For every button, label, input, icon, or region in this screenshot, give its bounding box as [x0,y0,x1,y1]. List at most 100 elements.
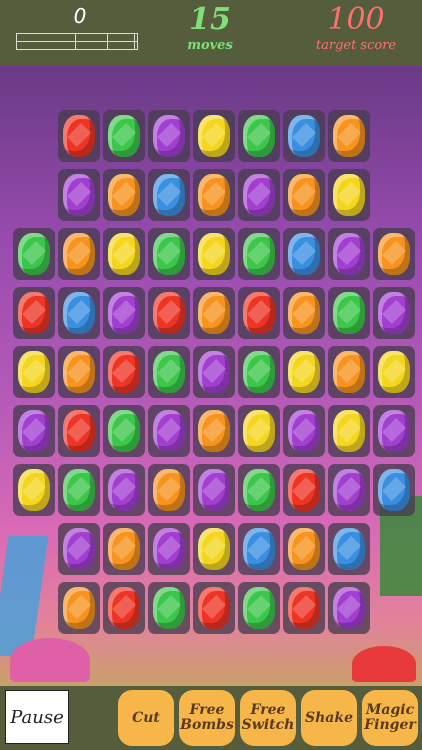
board-cell[interactable] [103,110,145,162]
board-cell[interactable] [373,287,415,339]
board-cell[interactable] [283,287,325,339]
blue-gem[interactable] [378,469,410,511]
board-cell[interactable] [328,523,370,575]
red-gem[interactable] [153,292,185,334]
board-cell[interactable] [148,464,190,516]
purple-gem[interactable] [288,410,320,452]
board-cell[interactable] [373,228,415,280]
board-cell[interactable] [13,405,55,457]
red-gem[interactable] [18,292,50,334]
purple-gem[interactable] [243,174,275,216]
board-cell[interactable] [283,582,325,634]
orange-gem[interactable] [108,174,140,216]
yellow-gem[interactable] [333,174,365,216]
board-cell[interactable] [193,110,235,162]
board-cell[interactable] [148,287,190,339]
board-cell[interactable] [283,228,325,280]
board-cell[interactable] [373,405,415,457]
board-cell[interactable] [193,464,235,516]
board-cell[interactable] [103,464,145,516]
orange-gem[interactable] [198,292,230,334]
board-cell[interactable] [103,405,145,457]
yellow-gem[interactable] [333,410,365,452]
board-cell[interactable] [103,169,145,221]
purple-gem[interactable] [63,174,95,216]
blue-gem[interactable] [333,528,365,570]
purple-gem[interactable] [108,469,140,511]
board-cell[interactable] [193,346,235,398]
orange-gem[interactable] [288,292,320,334]
purple-gem[interactable] [198,351,230,393]
board-cell[interactable] [283,346,325,398]
board-cell[interactable] [148,523,190,575]
purple-gem[interactable] [108,292,140,334]
board-cell[interactable] [238,582,280,634]
purple-gem[interactable] [333,469,365,511]
magic-finger-button[interactable]: Magic Finger [362,690,418,746]
yellow-gem[interactable] [198,115,230,157]
green-gem[interactable] [108,410,140,452]
board-cell[interactable] [58,110,100,162]
purple-gem[interactable] [153,410,185,452]
blue-gem[interactable] [243,528,275,570]
green-gem[interactable] [243,587,275,629]
board-cell[interactable] [103,287,145,339]
orange-gem[interactable] [153,469,185,511]
board-cell[interactable] [193,169,235,221]
blue-gem[interactable] [153,174,185,216]
shake-button[interactable]: Shake [301,690,357,746]
yellow-gem[interactable] [18,351,50,393]
board-cell[interactable] [148,405,190,457]
board-cell[interactable] [238,523,280,575]
board-cell[interactable] [328,169,370,221]
orange-gem[interactable] [63,233,95,275]
purple-gem[interactable] [333,233,365,275]
orange-gem[interactable] [333,351,365,393]
purple-gem[interactable] [63,528,95,570]
board-cell[interactable] [13,464,55,516]
yellow-gem[interactable] [288,351,320,393]
board-cell[interactable] [328,228,370,280]
board-cell[interactable] [148,582,190,634]
board-cell[interactable] [13,346,55,398]
board-cell[interactable] [148,169,190,221]
board-cell[interactable] [193,523,235,575]
yellow-gem[interactable] [243,410,275,452]
board-cell[interactable] [283,110,325,162]
orange-gem[interactable] [198,174,230,216]
board-cell[interactable] [373,464,415,516]
orange-gem[interactable] [288,528,320,570]
board-cell[interactable] [58,464,100,516]
board-cell[interactable] [328,405,370,457]
blue-gem[interactable] [63,292,95,334]
green-gem[interactable] [243,115,275,157]
green-gem[interactable] [243,233,275,275]
purple-gem[interactable] [378,410,410,452]
board-cell[interactable] [103,523,145,575]
board-cell[interactable] [193,228,235,280]
board-cell[interactable] [328,287,370,339]
green-gem[interactable] [18,233,50,275]
green-gem[interactable] [333,292,365,334]
board-cell[interactable] [238,464,280,516]
green-gem[interactable] [153,233,185,275]
board-cell[interactable] [283,523,325,575]
board-cell[interactable] [238,110,280,162]
board-cell[interactable] [238,169,280,221]
red-gem[interactable] [63,410,95,452]
board-cell[interactable] [283,169,325,221]
board-cell[interactable] [148,110,190,162]
board-cell[interactable] [103,582,145,634]
board-cell[interactable] [283,405,325,457]
orange-gem[interactable] [333,115,365,157]
red-gem[interactable] [288,587,320,629]
cut-button[interactable]: Cut [118,690,174,746]
green-gem[interactable] [243,351,275,393]
board-cell[interactable] [238,405,280,457]
blue-gem[interactable] [288,115,320,157]
board-cell[interactable] [148,346,190,398]
board-cell[interactable] [13,287,55,339]
purple-gem[interactable] [153,115,185,157]
green-gem[interactable] [153,351,185,393]
red-gem[interactable] [108,587,140,629]
